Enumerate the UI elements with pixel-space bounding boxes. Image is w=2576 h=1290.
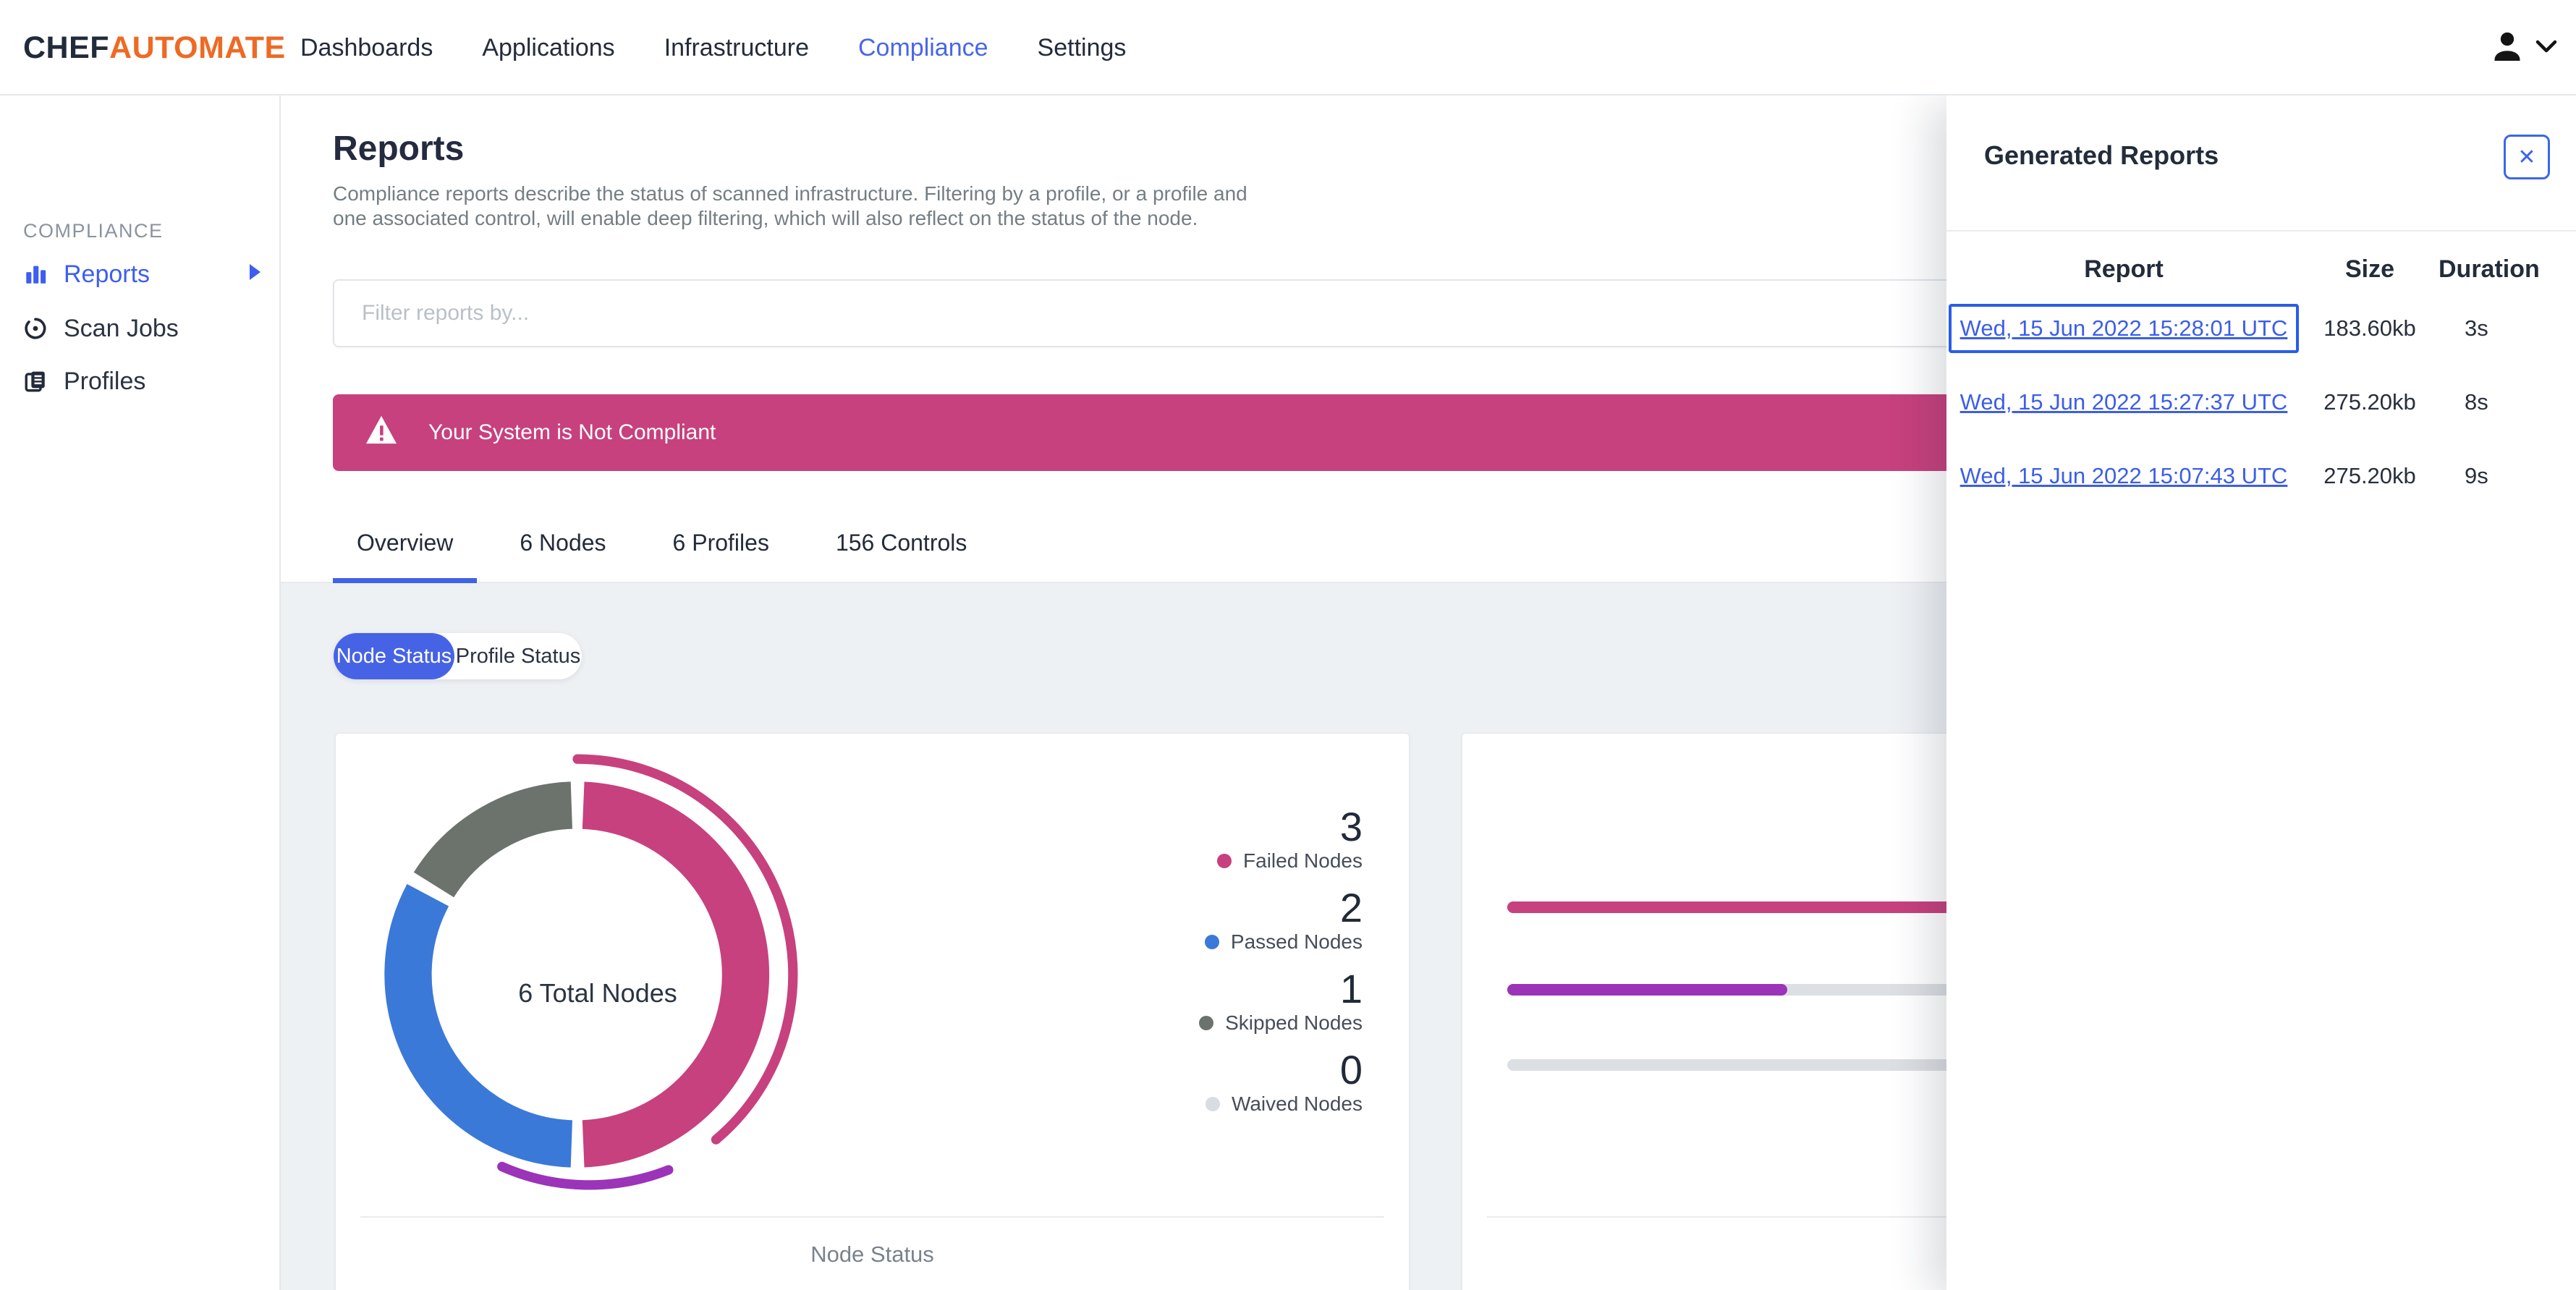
donut-center-label: 6 Total Nodes	[518, 978, 677, 1008]
sidebar-item-profiles[interactable]: Profiles	[23, 364, 145, 399]
report-link[interactable]: Wed, 15 Jun 2022 15:07:43 UTC	[1949, 451, 2300, 501]
sidebar-item-label: Profiles	[64, 367, 146, 395]
card-divider	[360, 1216, 1384, 1218]
status-toggle: Node Status Profile Status	[334, 633, 582, 679]
chef-automate-logo[interactable]: CHEF AUTOMATE	[23, 0, 286, 96]
legend-entry-waived: 0 Waived Nodes	[1205, 1047, 1363, 1116]
logo-chef: CHEF	[23, 30, 110, 65]
report-duration: 8s	[2465, 389, 2488, 415]
legend-entry-skipped: 1 Skipped Nodes	[1199, 968, 1363, 1035]
panel-divider	[1946, 230, 2576, 232]
reports-table-body: Wed, 15 Jun 2022 15:28:01 UTC 183.60kb 3…	[1946, 292, 2576, 513]
passed-dot-icon	[1204, 935, 1219, 949]
warning-triangle-icon	[365, 415, 398, 451]
table-row: Wed, 15 Jun 2022 15:27:37 UTC 275.20kb 8…	[1946, 365, 2576, 439]
sidebar-reports-caret-icon	[250, 264, 260, 280]
passed-count: 2	[1339, 885, 1363, 930]
node-status-card: 6 Total Nodes 3 Failed Nodes 2 Passed No…	[335, 733, 1410, 1290]
node-status-card-footer: Node Status	[810, 1242, 934, 1267]
scan-target-icon	[23, 316, 48, 341]
skipped-dot-icon	[1199, 1016, 1214, 1030]
legend-entry-passed: 2 Passed Nodes	[1204, 885, 1363, 954]
skipped-count: 1	[1339, 966, 1363, 1011]
donut-outer-arc-purple	[497, 1161, 674, 1190]
tab-nodes[interactable]: 6 Nodes	[496, 530, 630, 583]
nav-item-applications[interactable]: Applications	[482, 34, 614, 62]
report-duration: 3s	[2465, 315, 2488, 341]
nav-item-infrastructure[interactable]: Infrastructure	[664, 34, 809, 62]
report-duration: 9s	[2465, 463, 2488, 488]
close-panel-button[interactable]: ✕	[2504, 135, 2550, 179]
legend-label: Waived Nodes	[1231, 1092, 1363, 1115]
sidebar-item-reports[interactable]: Reports	[23, 257, 150, 292]
failed-count: 3	[1339, 804, 1363, 849]
report-link[interactable]: Wed, 15 Jun 2022 15:27:37 UTC	[1949, 378, 2300, 427]
nav-item-dashboards[interactable]: Dashboards	[300, 34, 433, 62]
page-description: Compliance reports describe the status o…	[333, 182, 1247, 229]
report-size: 275.20kb	[2323, 463, 2416, 488]
alert-text: Your System is Not Compliant	[428, 420, 716, 444]
user-profile-icon	[2489, 28, 2525, 68]
panel-title: Generated Reports	[1984, 140, 2219, 170]
nav-item-compliance[interactable]: Compliance	[858, 34, 988, 62]
nav-links: Dashboards Applications Infrastructure C…	[300, 0, 1126, 96]
donut-failed-segment	[582, 781, 770, 1168]
column-header-duration: Duration	[2439, 255, 2540, 283]
legend-entry-failed: 3 Failed Nodes	[1217, 806, 1363, 873]
bar-chart-icon	[23, 262, 48, 287]
column-header-report: Report	[2084, 255, 2164, 283]
waived-dot-icon	[1205, 1097, 1220, 1111]
legend-label: Passed Nodes	[1230, 930, 1363, 953]
legend-label: Skipped Nodes	[1225, 1011, 1363, 1034]
report-size: 275.20kb	[2323, 389, 2416, 415]
sidebar-item-label: Scan Jobs	[64, 314, 179, 342]
donut-skipped-segment	[413, 781, 573, 898]
table-row: Wed, 15 Jun 2022 15:07:43 UTC 275.20kb 9…	[1946, 439, 2576, 513]
logo-automate: AUTOMATE	[109, 30, 286, 65]
compliance-sidebar: COMPLIANCE Reports Scan Jobs Profiles	[0, 96, 281, 1290]
node-status-donut-chart: 6 Total Nodes	[356, 753, 799, 1196]
donut-passed-segment	[384, 883, 573, 1168]
profiles-doc-icon	[23, 369, 48, 394]
sidebar-item-scan-jobs[interactable]: Scan Jobs	[23, 311, 179, 346]
generated-reports-panel: Generated Reports ✕ Report Size Duration…	[1946, 96, 2576, 1290]
report-size: 183.60kb	[2323, 315, 2416, 341]
reports-table-header: Report Size Duration	[1946, 246, 2576, 292]
chef-automate-app: CHEF AUTOMATE Dashboards Applications Inf…	[0, 0, 2576, 1290]
table-row: Wed, 15 Jun 2022 15:28:01 UTC 183.60kb 3…	[1946, 292, 2576, 365]
node-status-toggle-button[interactable]: Node Status	[334, 633, 454, 679]
page-title: Reports	[333, 130, 465, 168]
failed-dot-icon	[1217, 854, 1232, 868]
tab-profiles[interactable]: 6 Profiles	[649, 530, 793, 583]
sidebar-item-label: Reports	[64, 260, 151, 288]
top-nav: CHEF AUTOMATE Dashboards Applications Inf…	[0, 0, 2576, 96]
user-menu[interactable]	[2489, 0, 2557, 96]
legend-label: Failed Nodes	[1243, 849, 1363, 872]
report-tabs: Overview 6 Nodes 6 Profiles 156 Controls	[333, 530, 991, 583]
close-icon: ✕	[2517, 145, 2536, 169]
nav-item-settings[interactable]: Settings	[1038, 34, 1127, 62]
tab-overview[interactable]: Overview	[333, 530, 478, 583]
chevron-down-icon	[2535, 38, 2557, 58]
profile-status-toggle-button[interactable]: Profile Status	[454, 633, 582, 679]
node-status-legend: 3 Failed Nodes 2 Passed Nodes 1 Skipped …	[1199, 806, 1363, 1116]
sidebar-section-label: COMPLIANCE	[23, 220, 164, 242]
tab-controls[interactable]: 156 Controls	[812, 530, 991, 583]
report-link-selected[interactable]: Wed, 15 Jun 2022 15:28:01 UTC	[1948, 304, 2300, 353]
column-header-size: Size	[2344, 255, 2395, 283]
waived-count: 0	[1339, 1047, 1363, 1092]
